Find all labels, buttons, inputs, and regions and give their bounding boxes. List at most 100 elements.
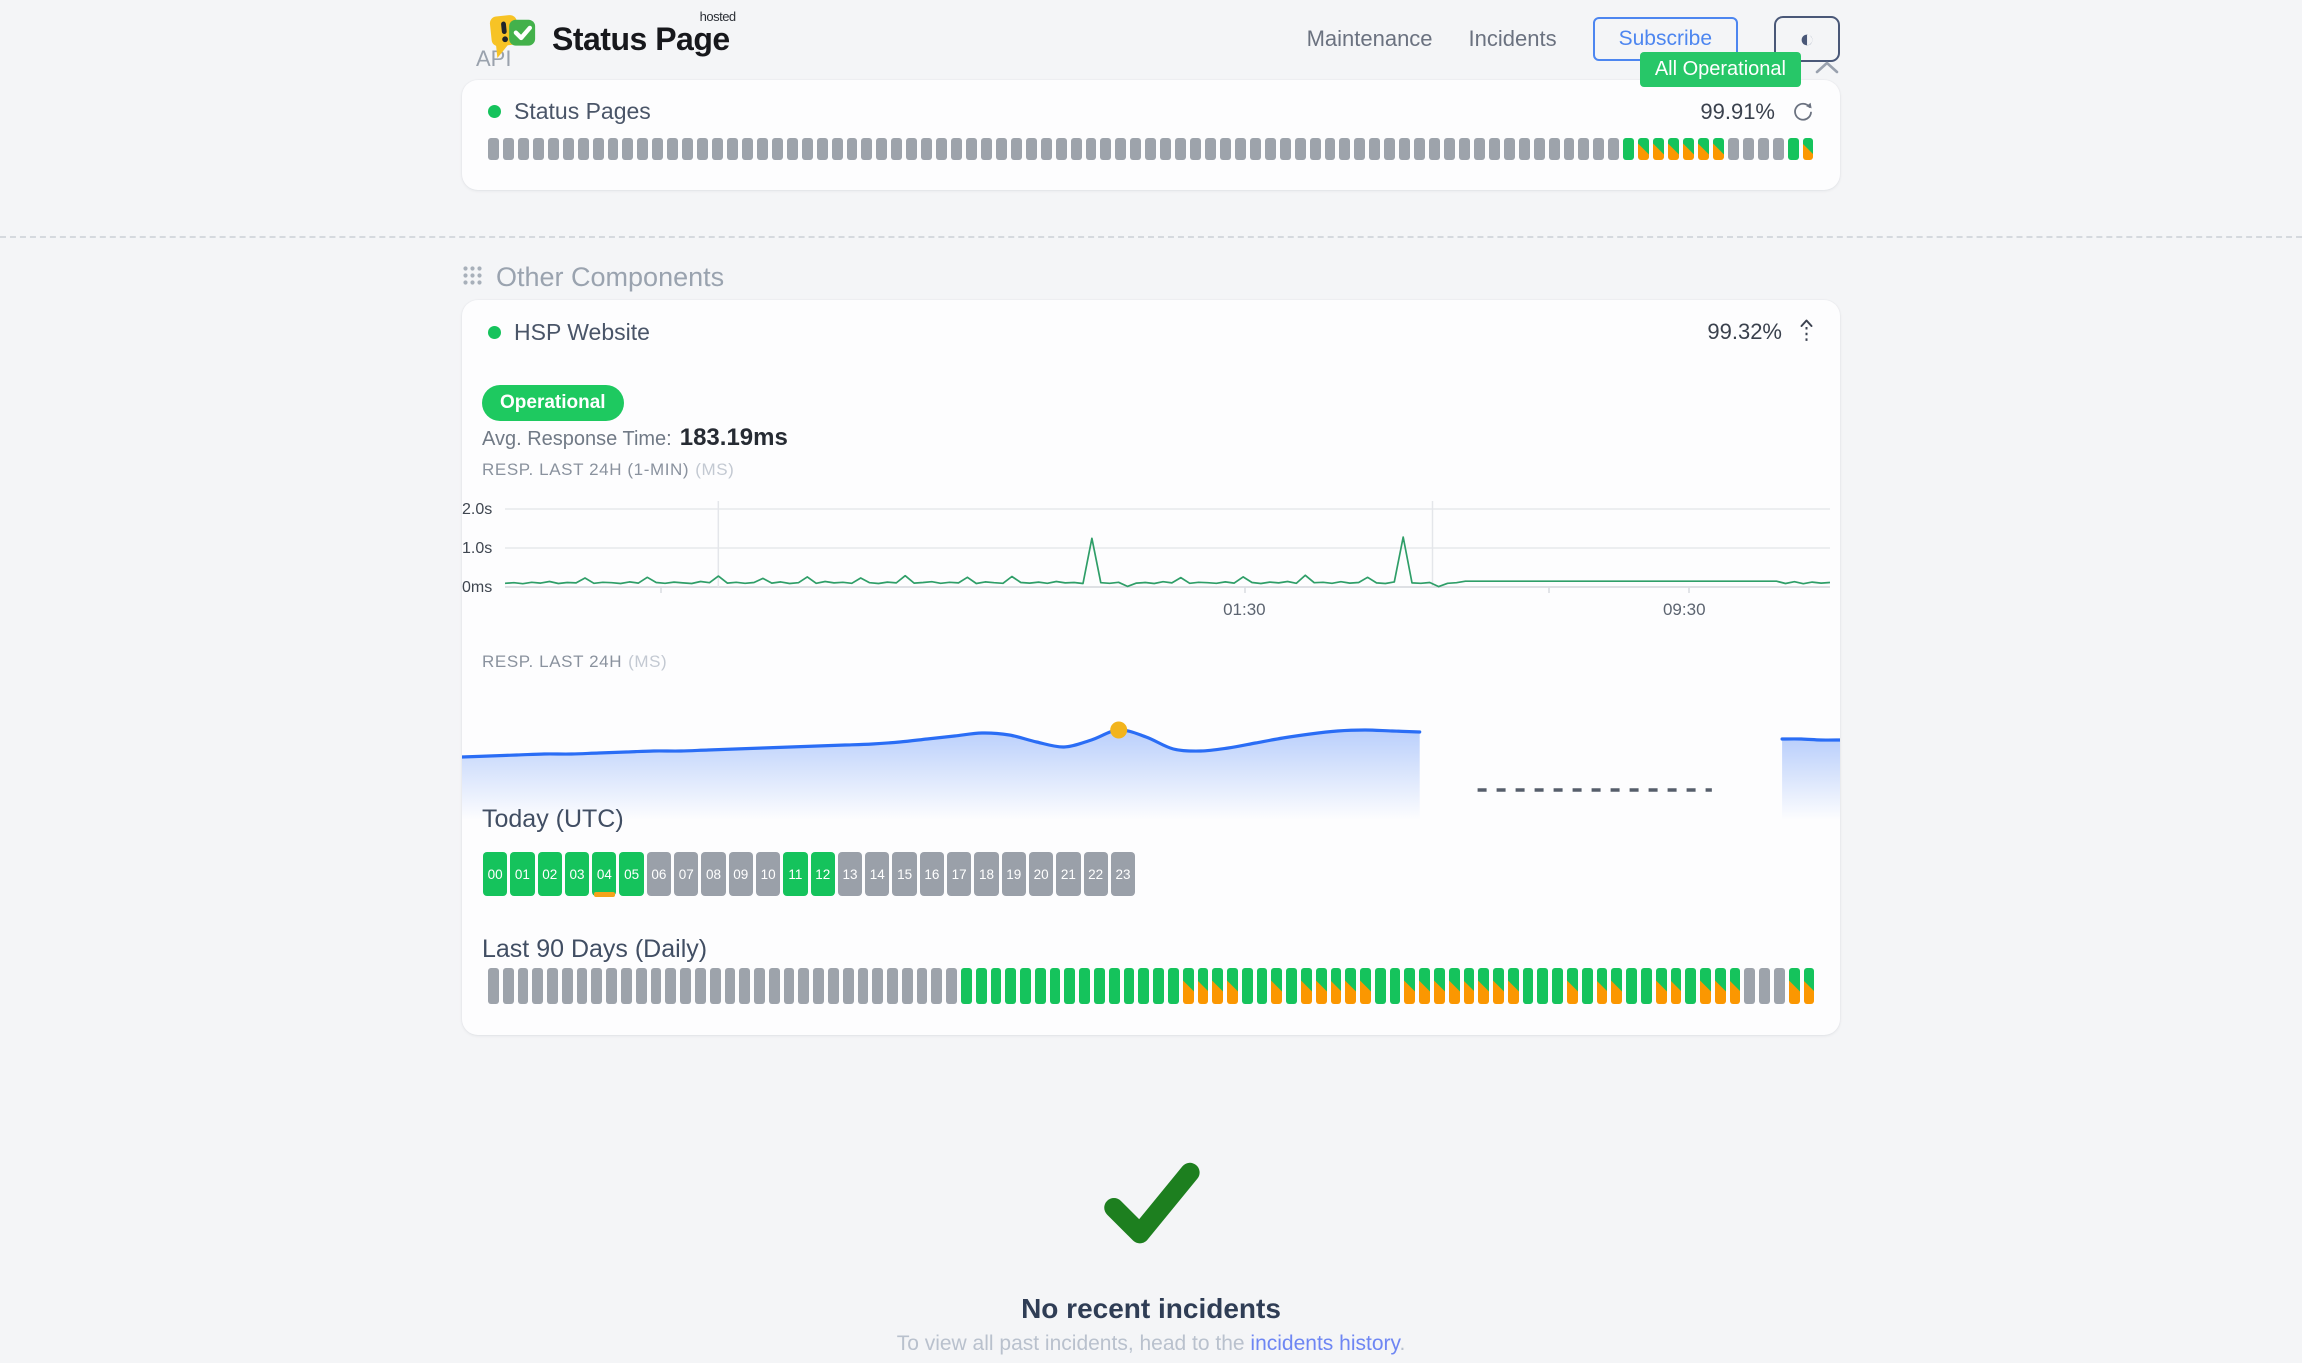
uptime-bar[interactable] — [710, 968, 721, 1004]
uptime-bar[interactable] — [1444, 138, 1455, 160]
uptime-bar[interactable] — [727, 138, 738, 160]
uptime-bar[interactable] — [1094, 968, 1105, 1004]
uptime-bar[interactable] — [1429, 138, 1440, 160]
uptime-bar[interactable] — [1375, 968, 1386, 1004]
uptime-bar[interactable] — [1316, 968, 1327, 1004]
uptime-bar[interactable] — [828, 968, 839, 1004]
uptime-bar[interactable] — [931, 968, 942, 1004]
daily-response-chart[interactable] — [462, 685, 1840, 825]
uptime-bar[interactable] — [1419, 968, 1430, 1004]
hour-box-00[interactable]: 00 — [483, 852, 507, 896]
uptime-bar[interactable] — [665, 968, 676, 1004]
uptime-bar[interactable] — [1250, 138, 1261, 160]
uptime-bar[interactable] — [1698, 138, 1709, 160]
hour-box-19[interactable]: 19 — [1002, 852, 1026, 896]
uptime-bar[interactable] — [1056, 138, 1067, 160]
uptime-bar[interactable] — [961, 968, 972, 1004]
uptime-bar[interactable] — [608, 138, 619, 160]
hour-box-01[interactable]: 01 — [510, 852, 534, 896]
uptime-bar[interactable] — [1611, 968, 1622, 1004]
uptime-bar[interactable] — [1743, 138, 1754, 160]
uptime-bar[interactable] — [547, 968, 558, 1004]
uptime-bar[interactable] — [1804, 968, 1815, 1004]
uptime-bar[interactable] — [891, 138, 902, 160]
hour-box-18[interactable]: 18 — [974, 852, 998, 896]
uptime-bar[interactable] — [1242, 968, 1253, 1004]
uptime-bar[interactable] — [1683, 138, 1694, 160]
uptime-bar[interactable] — [754, 968, 765, 1004]
uptime-bar[interactable] — [1653, 138, 1664, 160]
chevron-up-icon[interactable] — [1814, 60, 1840, 80]
uptime-bar[interactable] — [757, 138, 768, 160]
uptime-bar[interactable] — [1064, 968, 1075, 1004]
uptime-bar[interactable] — [1265, 138, 1276, 160]
uptime-bar[interactable] — [1235, 138, 1246, 160]
hour-box-03[interactable]: 03 — [565, 852, 589, 896]
uptime-bar[interactable] — [1286, 968, 1297, 1004]
uptime-bar[interactable] — [1744, 968, 1755, 1004]
uptime-bar[interactable] — [518, 138, 529, 160]
uptime-bar[interactable] — [637, 138, 648, 160]
uptime-bar[interactable] — [621, 968, 632, 1004]
uptime-bar[interactable] — [832, 138, 843, 160]
uptime-bar[interactable] — [1597, 968, 1608, 1004]
uptime-bar[interactable] — [695, 968, 706, 1004]
uptime-bar[interactable] — [652, 138, 663, 160]
uptime-bar[interactable] — [697, 138, 708, 160]
uptime-bar[interactable] — [787, 138, 798, 160]
nav-maintenance[interactable]: Maintenance — [1307, 26, 1433, 52]
uptime-bar[interactable] — [1041, 138, 1052, 160]
uptime-bar[interactable] — [488, 138, 499, 160]
uptime-bar[interactable] — [1354, 138, 1365, 160]
uptime-bar[interactable] — [1626, 968, 1637, 1004]
uptime-bar[interactable] — [1369, 138, 1380, 160]
uptime-bar[interactable] — [1301, 968, 1312, 1004]
uptime-bar[interactable] — [1534, 138, 1545, 160]
uptime-bar[interactable] — [1789, 968, 1800, 1004]
uptime-bar[interactable] — [769, 968, 780, 1004]
hour-box-23[interactable]: 23 — [1111, 852, 1135, 896]
uptime-bar[interactable] — [887, 968, 898, 1004]
uptime-bar[interactable] — [1459, 138, 1470, 160]
uptime-bar[interactable] — [798, 968, 809, 1004]
hour-box-04[interactable]: 04 — [592, 852, 616, 896]
uptime-bar[interactable] — [784, 968, 795, 1004]
uptime-bar[interactable] — [1190, 138, 1201, 160]
uptime-bar[interactable] — [1138, 968, 1149, 1004]
uptime-bar[interactable] — [1504, 138, 1515, 160]
uptime-bar[interactable] — [1100, 138, 1111, 160]
uptime-bar[interactable] — [1295, 138, 1306, 160]
uptime-bar[interactable] — [1035, 968, 1046, 1004]
hour-box-11[interactable]: 11 — [783, 852, 807, 896]
hour-box-13[interactable]: 13 — [838, 852, 862, 896]
uptime-bar[interactable] — [1360, 968, 1371, 1004]
uptime-bar[interactable] — [1773, 138, 1784, 160]
uptime-bar[interactable] — [1115, 138, 1126, 160]
uptime-bar[interactable] — [1641, 968, 1652, 1004]
uptime-bar[interactable] — [503, 968, 514, 1004]
uptime-bar[interactable] — [847, 138, 858, 160]
uptime-bar[interactable] — [1713, 138, 1724, 160]
uptime-bar[interactable] — [622, 138, 633, 160]
uptime-bar[interactable] — [1145, 138, 1156, 160]
uptime-bar[interactable] — [817, 138, 828, 160]
uptime-bar[interactable] — [563, 138, 574, 160]
hour-box-09[interactable]: 09 — [729, 852, 753, 896]
uptime-bar[interactable] — [682, 138, 693, 160]
uptime-bar[interactable] — [532, 968, 543, 1004]
uptime-bar[interactable] — [843, 968, 854, 1004]
uptime-bar[interactable] — [861, 138, 872, 160]
uptime-bar[interactable] — [1668, 138, 1679, 160]
uptime-bar[interactable] — [996, 138, 1007, 160]
uptime-bar[interactable] — [876, 138, 887, 160]
uptime-bar[interactable] — [1005, 968, 1016, 1004]
uptime-bar[interactable] — [1493, 968, 1504, 1004]
uptime-bar[interactable] — [1384, 138, 1395, 160]
uptime-bar[interactable] — [1153, 968, 1164, 1004]
uptime-bar[interactable] — [636, 968, 647, 1004]
uptime-bar[interactable] — [1638, 138, 1649, 160]
hour-box-20[interactable]: 20 — [1029, 852, 1053, 896]
uptime-bar[interactable] — [1523, 968, 1534, 1004]
uptime-bar[interactable] — [739, 968, 750, 1004]
uptime-bar[interactable] — [503, 138, 514, 160]
